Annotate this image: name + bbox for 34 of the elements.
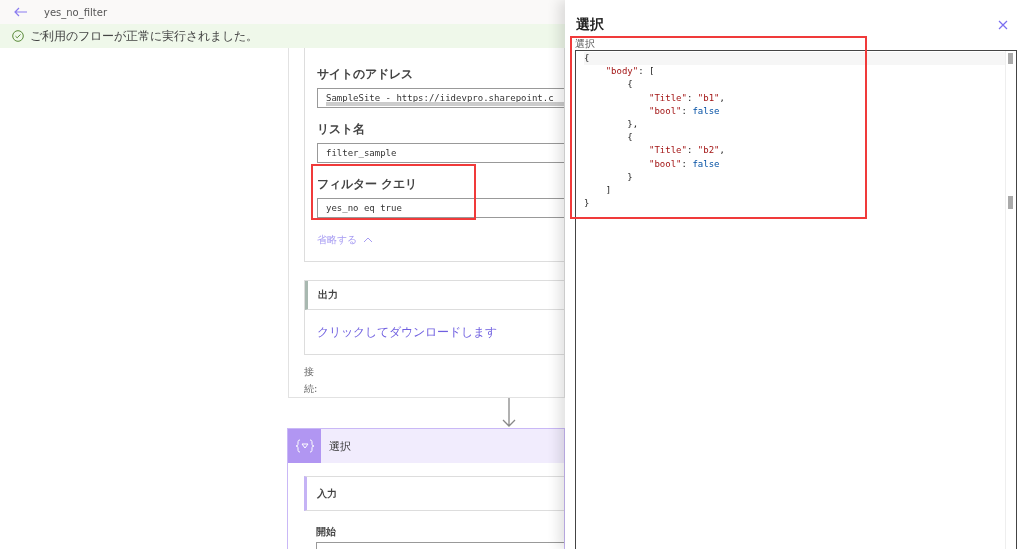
code-line: "bool": false [648,157,721,171]
section-title: 出力 [318,288,338,302]
input-field[interactable]: SampleSite - https://iidevpro.sharepoint.c [317,88,564,108]
code-line: "body": [ [604,65,656,79]
check-circle-icon [12,30,24,42]
code-line: ] [604,183,613,197]
code-line: { [626,78,634,92]
code-line: "bool": false [648,104,721,118]
input-field[interactable]: yes_no eq true [317,198,564,218]
back-arrow-icon[interactable] [14,7,28,17]
connection-label: 接続: [304,365,316,396]
field-label: サイトのアドレス [317,66,413,83]
code-line: }, [626,117,640,131]
field-label: フィルター クエリ [317,176,418,193]
down-arrow-icon [501,398,517,428]
code-line: } [584,197,591,211]
code-line: "Title": "b1", [648,91,726,105]
card-title: 選択 [329,438,351,454]
section-title: 入力 [317,486,337,501]
field-label: 開始 [316,525,337,539]
code-line: } [626,170,634,184]
braces-filter-icon [288,429,321,463]
close-icon[interactable] [998,20,1008,30]
flow-title: yes_no_filter [44,6,107,18]
success-message: ご利用のフローが正常に実行されました。 [30,27,258,45]
input-field[interactable]: filter_sample [317,143,564,163]
code-line: "Title": "b2", [648,144,726,158]
code-line: { [626,131,634,145]
chevron-up-icon [363,237,373,243]
field-label: リスト名 [317,121,365,138]
panel-title: 選択 [576,16,604,34]
download-link[interactable]: クリックしてダウンロードします [317,323,497,341]
editor-label: 選択 [575,38,596,50]
code-editor[interactable]: { "body": [ { "Title": "b1", "bool": false }, { "Title": "b2", "bool": false } ] } [575,50,1017,549]
